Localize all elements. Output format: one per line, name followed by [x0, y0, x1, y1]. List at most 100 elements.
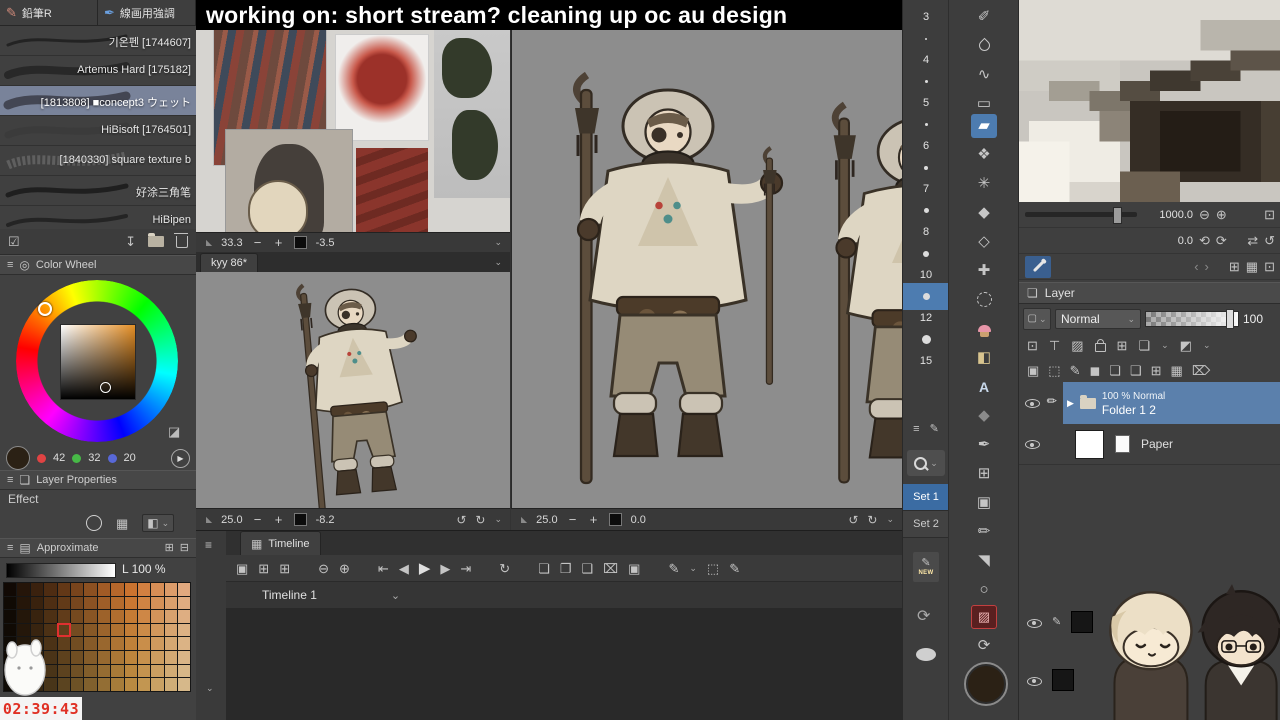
- palette-swatch[interactable]: [124, 596, 137, 610]
- undo-icon[interactable]: ↺: [456, 514, 466, 526]
- palette-swatch[interactable]: [151, 664, 164, 678]
- palette-swatch[interactable]: [84, 596, 97, 610]
- render-frames-icon[interactable]: ▣: [628, 562, 640, 575]
- expander-icon[interactable]: ▶: [1067, 398, 1074, 409]
- palette-swatch[interactable]: [164, 596, 178, 610]
- zoom-value[interactable]: 33.3: [221, 237, 242, 249]
- blend-thumbnail-dropdown[interactable]: ▢ ⌄: [1023, 308, 1051, 330]
- palette-swatch[interactable]: [84, 650, 97, 664]
- reference-canvas-view[interactable]: [196, 30, 510, 232]
- zoom-tool-button[interactable]: ⌄: [907, 450, 945, 476]
- chevron-down-icon[interactable]: ⌄: [494, 237, 502, 248]
- checkbox-icon[interactable]: ☑: [8, 235, 20, 248]
- palette-swatch[interactable]: [164, 664, 178, 678]
- brush-item-selected[interactable]: [1813808] ■concept3 ウェット: [0, 86, 196, 116]
- layer-row-selected[interactable]: ✎ ▶ 100 % Normal Folder 1 2: [1019, 382, 1280, 424]
- palette-swatch[interactable]: [57, 583, 70, 596]
- transfer-layer-icon[interactable]: ⊞: [1151, 364, 1162, 377]
- palette-swatch[interactable]: [164, 637, 178, 650]
- fit-screen-icon[interactable]: [608, 513, 622, 526]
- palette-swatch[interactable]: [70, 637, 84, 650]
- resize-corner-icon[interactable]: ◣: [206, 238, 212, 247]
- opacity-slider[interactable]: [1145, 309, 1239, 329]
- layer-visibility-icon[interactable]: [1027, 616, 1042, 629]
- palette-swatch[interactable]: [70, 596, 84, 610]
- palette-swatch[interactable]: [4, 610, 17, 623]
- clip-to-layer-icon[interactable]: ⊡: [1027, 339, 1038, 352]
- panel-menu-icon[interactable]: ≡: [7, 259, 13, 271]
- palette-swatch[interactable]: [178, 678, 191, 691]
- marker-tool-selected[interactable]: ▰: [949, 111, 1019, 140]
- size-set-1-button[interactable]: Set 1: [903, 484, 949, 511]
- palette-swatch[interactable]: [70, 583, 84, 596]
- palette-swatch[interactable]: [164, 610, 178, 623]
- panel-menu-icon[interactable]: ≡: [205, 539, 212, 551]
- current-color-indicator[interactable]: [964, 662, 1008, 706]
- go-first-frame-icon[interactable]: ⇤: [378, 562, 389, 575]
- opacity-slider-handle[interactable]: [1226, 309, 1234, 329]
- edit-timeline-icon[interactable]: ✎: [729, 562, 740, 575]
- palette-swatch[interactable]: [17, 583, 30, 596]
- palette-swatch[interactable]: [44, 583, 57, 596]
- new-item-badge[interactable]: ✎ NEW: [913, 552, 939, 582]
- palette-swatch[interactable]: [151, 650, 164, 664]
- zoom-out-button[interactable]: −: [252, 512, 264, 527]
- layer-row-paper[interactable]: Paper: [1019, 424, 1280, 465]
- grid-settings-icon[interactable]: ⊞: [165, 542, 174, 554]
- layer-thumbnail[interactable]: [1071, 611, 1094, 633]
- timeline-selector-value[interactable]: Timeline 1: [262, 588, 317, 602]
- grid-tool[interactable]: ⊞: [949, 459, 1019, 488]
- sv-marker[interactable]: [100, 382, 111, 393]
- palette-swatch[interactable]: [124, 623, 137, 637]
- palette-swatch[interactable]: [57, 596, 70, 610]
- chevron-down-icon[interactable]: ⌄: [689, 563, 697, 574]
- zoom-in-icon[interactable]: ⊕: [1216, 208, 1227, 221]
- layer-visibility-icon[interactable]: [1025, 396, 1040, 409]
- kneaded-eraser-icon[interactable]: [916, 648, 936, 661]
- new-folder-icon[interactable]: ❑: [1130, 364, 1142, 377]
- zoom-in-button[interactable]: +: [273, 235, 285, 250]
- palette-swatch[interactable]: [137, 650, 151, 664]
- delete-brush-icon[interactable]: [174, 232, 188, 248]
- ruler-options-icon[interactable]: ◩: [1180, 339, 1192, 352]
- palette-swatch[interactable]: [137, 583, 151, 596]
- palette-swatch[interactable]: [97, 637, 111, 650]
- zoom-slider-handle[interactable]: [1113, 207, 1122, 224]
- lock-layer-icon[interactable]: [1094, 338, 1106, 352]
- palette-swatch[interactable]: [84, 637, 97, 650]
- palette-swatch[interactable]: [57, 664, 70, 678]
- palette-swatch[interactable]: [97, 610, 111, 623]
- figure-tool[interactable]: ▣: [949, 488, 1019, 517]
- palette-swatch[interactable]: [111, 650, 124, 664]
- palette-swatch[interactable]: [137, 596, 151, 610]
- layer-color-dropdown[interactable]: ◧ ⌄: [142, 514, 175, 532]
- knife-tool[interactable]: ◥: [949, 546, 1019, 575]
- selected-layer-content[interactable]: ▶ 100 % Normal Folder 1 2: [1063, 382, 1280, 424]
- brush-size-item[interactable]: 4: [903, 25, 949, 68]
- border-effect-icon[interactable]: [86, 515, 102, 531]
- selection-tool[interactable]: [949, 285, 1019, 314]
- navigator-preview[interactable]: [1019, 0, 1280, 202]
- palette-swatch[interactable]: [111, 664, 124, 678]
- panel-menu-icon[interactable]: ≡: [7, 542, 13, 554]
- palette-swatch[interactable]: [57, 650, 70, 664]
- brush-tab-pencil[interactable]: ✎ 鉛筆R: [0, 0, 98, 26]
- layer-visibility-icon[interactable]: [1027, 674, 1042, 687]
- fit-screen-icon[interactable]: [293, 513, 307, 526]
- chevron-down-icon[interactable]: ⌄: [206, 683, 214, 694]
- grid-settings-icon[interactable]: ⊟: [180, 542, 189, 554]
- brush-size-item[interactable]: 8: [903, 197, 949, 240]
- palette-swatch[interactable]: [137, 623, 151, 637]
- batch-cel-icon[interactable]: ❑: [582, 562, 594, 575]
- panel-menu-icon[interactable]: ≡: [7, 474, 13, 486]
- palette-swatch[interactable]: [70, 610, 84, 623]
- palette-swatch[interactable]: [57, 610, 70, 623]
- delete-layer-icon[interactable]: ⌦: [1192, 364, 1210, 377]
- timeline-zoom-in-icon[interactable]: ⊕: [339, 562, 350, 575]
- window-icon[interactable]: ⊡: [1264, 260, 1275, 273]
- expand-sliders-icon[interactable]: ▶: [171, 448, 190, 468]
- palette-swatch[interactable]: [111, 610, 124, 623]
- undo-icon[interactable]: ↺: [848, 514, 858, 526]
- palette-swatch[interactable]: [97, 650, 111, 664]
- fit-screen-icon[interactable]: [293, 236, 307, 249]
